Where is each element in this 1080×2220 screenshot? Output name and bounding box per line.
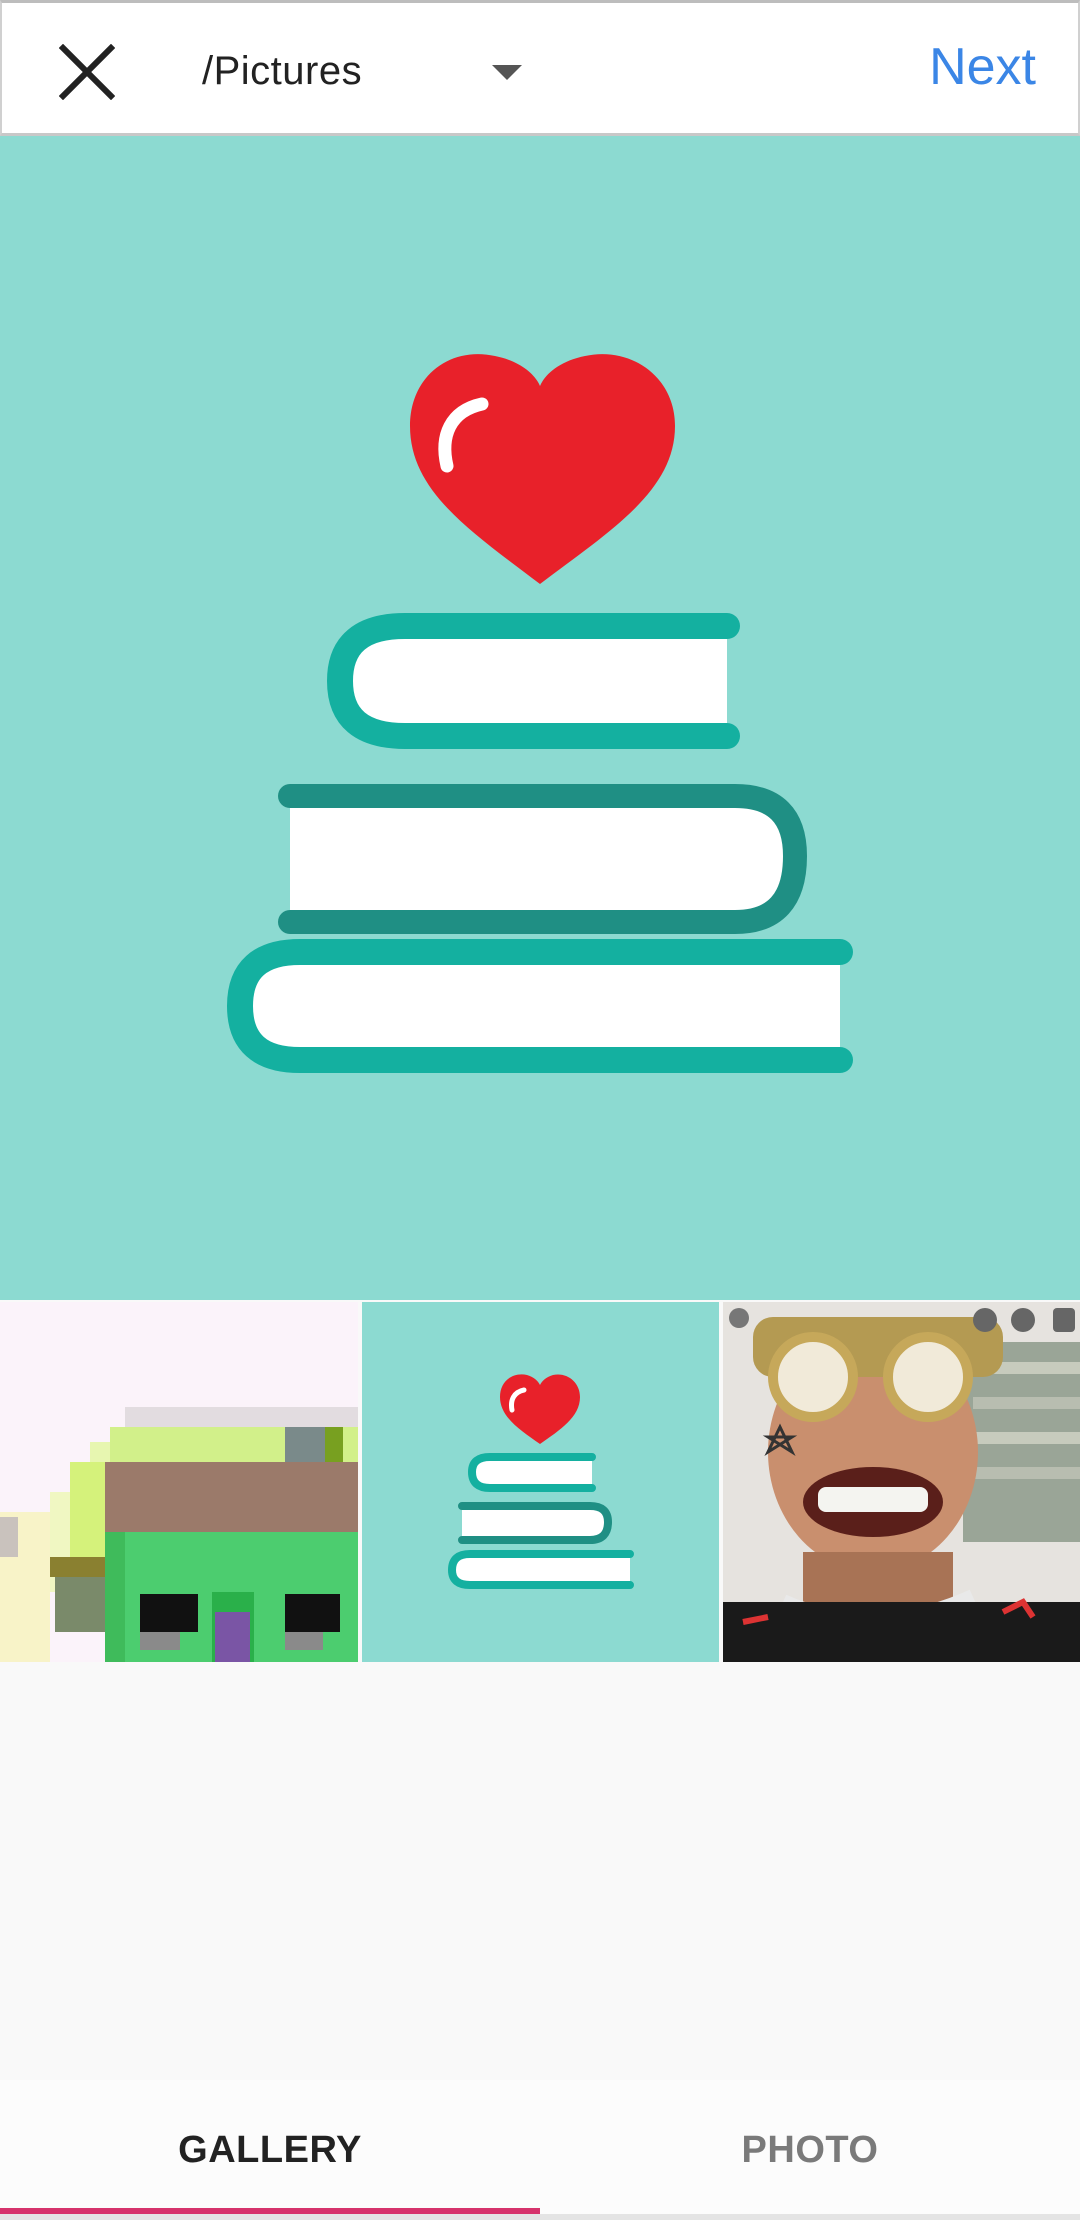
next-button[interactable]: Next [929, 37, 1036, 97]
close-button[interactable] [42, 27, 132, 117]
heart-books-illustration [226, 354, 853, 1073]
tab-gallery[interactable]: GALLERY [0, 2080, 540, 2220]
heart-books-thumbnail[interactable] [362, 1302, 719, 1662]
caret-down-icon [492, 65, 522, 80]
image-preview [0, 136, 1080, 1300]
folder-label: /Pictures [202, 48, 363, 93]
close-icon [59, 44, 115, 100]
thumbnail-strip [0, 1302, 1080, 1662]
bottom-tab-bar: GALLERY PHOTO [0, 2080, 1080, 2220]
folder-dropdown[interactable]: /Pictures [202, 31, 542, 111]
person-photo-thumbnail[interactable] [723, 1302, 1080, 1662]
tab-photo[interactable]: PHOTO [540, 2080, 1080, 2220]
pixel-art-thumbnail[interactable] [0, 1302, 358, 1662]
tab-bar-divider [0, 2214, 1080, 2220]
top-bar: /Pictures Next [0, 0, 1080, 136]
media-picker-screen: /Pictures Next GALLERY PHOTO [0, 0, 1080, 2220]
